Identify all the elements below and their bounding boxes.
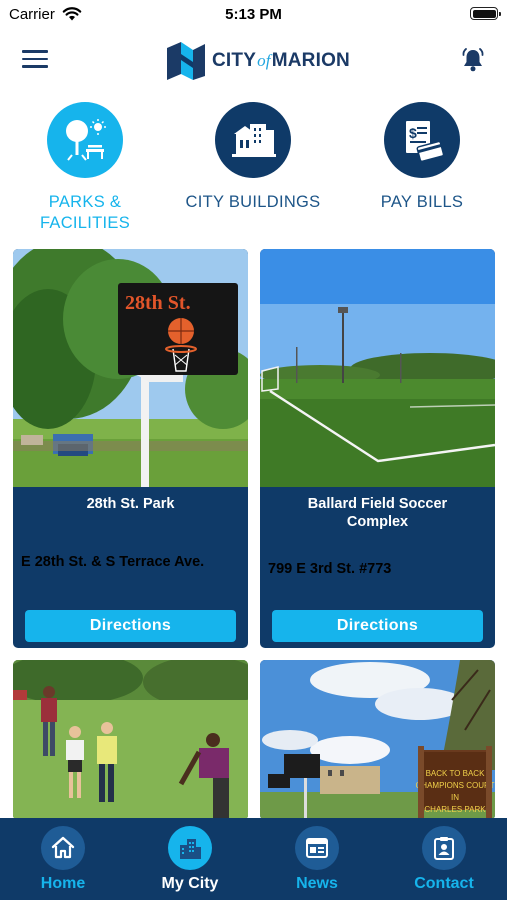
location-card[interactable]: BACK TO BACK CHAMPIONS COURT IN CHARLES … bbox=[260, 660, 495, 820]
hamburger-menu-icon[interactable] bbox=[22, 50, 48, 70]
svg-text:28th St.: 28th St. bbox=[125, 292, 191, 314]
city-of-marion-logo: CITYofMARION bbox=[165, 40, 350, 82]
svg-text:CHAMPIONS COURT: CHAMPIONS COURT bbox=[416, 781, 495, 790]
category-selector: PARKS & FACILITIES CITY BUILDINGS $ PAY … bbox=[0, 102, 507, 238]
tab-news[interactable]: News bbox=[262, 826, 372, 893]
tab-home[interactable]: Home bbox=[8, 826, 118, 893]
location-name: Ballard Field Soccer Complex bbox=[307, 496, 448, 530]
svg-text:$: $ bbox=[409, 125, 417, 141]
battery-icon bbox=[470, 7, 501, 20]
category-parks-facilities[interactable]: PARKS & FACILITIES bbox=[10, 102, 160, 234]
directions-button[interactable]: Directions bbox=[25, 610, 236, 642]
bottom-tab-bar: Home My City News Contact bbox=[0, 818, 507, 900]
bill-icon: $ bbox=[384, 102, 460, 178]
app-header: CITYofMARION bbox=[0, 30, 507, 92]
clock: 5:13 PM bbox=[225, 6, 282, 23]
category-city-buildings[interactable]: CITY BUILDINGS bbox=[178, 102, 328, 213]
location-card[interactable]: Ballard Field Soccer Complex 799 E 3rd St… bbox=[260, 249, 495, 648]
location-name: 28th St. Park bbox=[86, 496, 175, 512]
park-kids-photo bbox=[13, 660, 248, 820]
court-photo: BACK TO BACK CHAMPIONS COURT IN CHARLES … bbox=[260, 660, 495, 820]
status-bar: Carrier 5:13 PM bbox=[0, 0, 507, 30]
park-icon bbox=[47, 102, 123, 178]
category-pay-bills[interactable]: $ PAY BILLS bbox=[347, 102, 497, 213]
logo-mark-icon bbox=[167, 42, 205, 80]
home-icon bbox=[41, 826, 85, 870]
svg-text:CHARLES PARK: CHARLES PARK bbox=[424, 805, 486, 814]
news-icon bbox=[295, 826, 339, 870]
svg-text:IN: IN bbox=[451, 793, 459, 802]
directions-button[interactable]: Directions bbox=[272, 610, 483, 642]
tab-contact[interactable]: Contact bbox=[389, 826, 499, 893]
bell-icon[interactable] bbox=[460, 47, 486, 73]
park-photo: 28th St. bbox=[13, 249, 248, 487]
city-icon bbox=[168, 826, 212, 870]
location-address: 799 E 3rd St. #773 bbox=[268, 561, 392, 577]
location-card[interactable] bbox=[13, 660, 248, 820]
svg-text:BACK TO BACK: BACK TO BACK bbox=[426, 769, 486, 778]
tab-my-city[interactable]: My City bbox=[135, 826, 245, 893]
location-card[interactable]: 28th St. 28th St. Park E 28th St. & S Te… bbox=[13, 249, 248, 648]
soccer-field-photo bbox=[260, 249, 495, 487]
location-address: E 28th St. & S Terrace Ave. bbox=[21, 554, 205, 570]
building-icon bbox=[215, 102, 291, 178]
contact-icon bbox=[422, 826, 466, 870]
